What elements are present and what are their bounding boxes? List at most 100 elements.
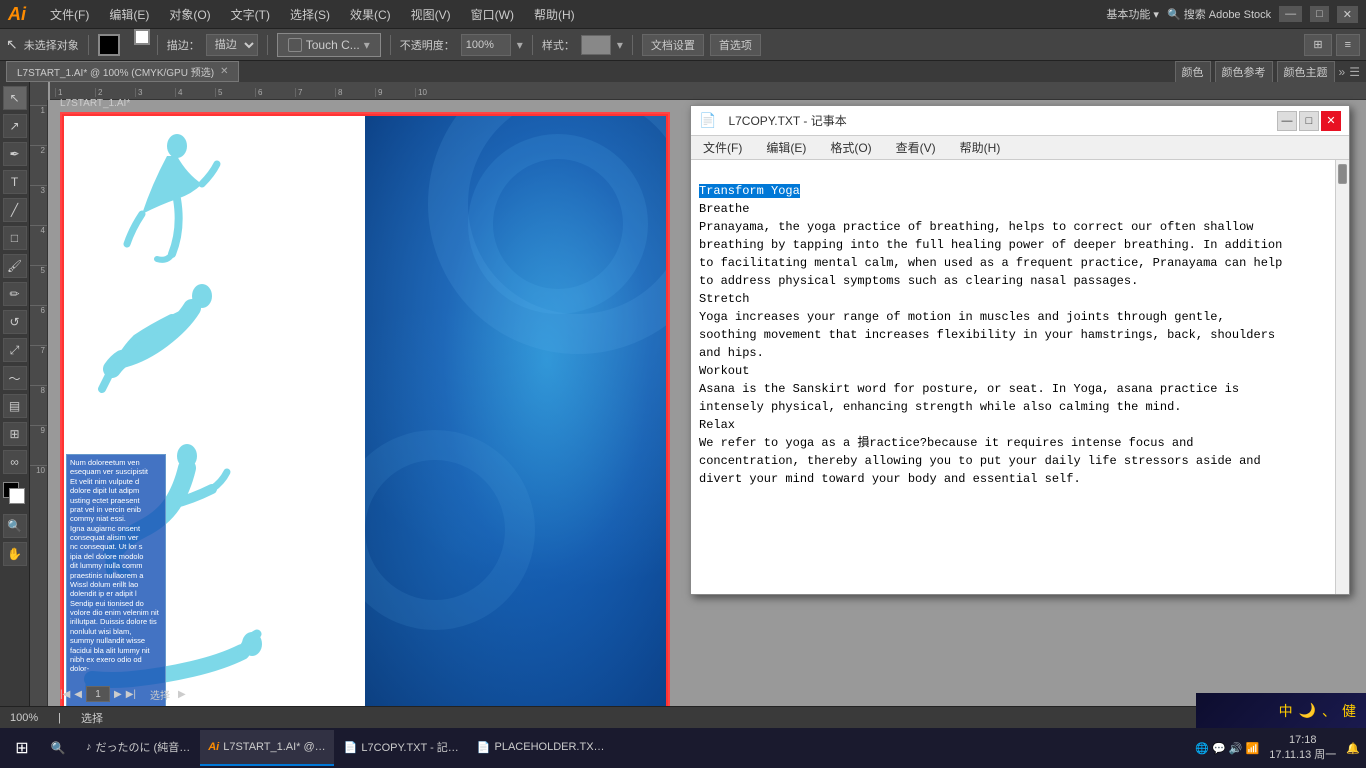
align-btn[interactable]: ≡: [1336, 34, 1360, 56]
minimize-btn[interactable]: —: [1279, 6, 1302, 22]
left-tools-panel: ↖ ↗ ✒ T ╱ □ 🖌 ✏ ↺ ⤢ 〜 ▤ ⊞ ∞ 🔍 ✋: [0, 82, 30, 706]
pencil-tool[interactable]: ✏: [3, 282, 27, 306]
mesh-tool[interactable]: ⊞: [3, 422, 27, 446]
restore-btn[interactable]: □: [1310, 6, 1329, 22]
nav-next-end[interactable]: ▶|: [126, 689, 136, 700]
taskbar-placeholder[interactable]: 📄 PLACEHOLDER.TX…: [469, 730, 613, 766]
blend-tool[interactable]: ∞: [3, 450, 27, 474]
color-panel-tab[interactable]: 颜色: [1175, 61, 1211, 83]
stroke-select[interactable]: 描边: [206, 34, 258, 56]
arrange-btn[interactable]: ⊞: [1304, 34, 1331, 56]
color-guide-tab[interactable]: 颜色参考: [1215, 61, 1273, 83]
touch-dropdown-icon[interactable]: ▾: [364, 38, 370, 52]
ruler-mark: 10: [415, 88, 455, 97]
notepad-menu-edit[interactable]: 编辑(E): [762, 137, 810, 158]
notepad-body: Transform Yoga Breathe Pranayama, the yo…: [691, 160, 1349, 594]
artboard-tab[interactable]: L7START_1.AI* @ 100% (CMYK/GPU 预选) ✕: [6, 61, 239, 82]
taskbar-date: 17.11.13 周一: [1269, 748, 1336, 763]
opacity-label: 不透明度：: [400, 37, 455, 53]
menu-edit[interactable]: 编辑(E): [105, 4, 153, 25]
gradient-tool[interactable]: ▤: [3, 394, 27, 418]
page-input[interactable]: [86, 686, 110, 702]
search-icon: 🔍: [51, 741, 66, 755]
doc-settings-btn[interactable]: 文档设置: [642, 34, 704, 56]
notepad-menu-view[interactable]: 查看(V): [892, 137, 940, 158]
selection-tool-icon[interactable]: ↖: [6, 36, 18, 53]
fill-color[interactable]: [98, 34, 120, 56]
ruler-corner: [30, 82, 48, 100]
menu-help[interactable]: 帮助(H): [530, 4, 579, 25]
panels-more-icon[interactable]: »: [1339, 65, 1346, 79]
zoom-level[interactable]: 100%: [10, 712, 38, 724]
background-swatch[interactable]: [9, 488, 25, 504]
text-overlay-box[interactable]: Num doloreetum ven esequam ver suscipist…: [66, 454, 166, 706]
preferences-btn[interactable]: 首选项: [710, 34, 761, 56]
notepad-minimize-btn[interactable]: —: [1277, 111, 1297, 131]
menu-text[interactable]: 文字(T): [227, 4, 274, 25]
ruler-mark: 5: [215, 88, 255, 97]
menu-view[interactable]: 视图(V): [407, 4, 455, 25]
color-theme-tab[interactable]: 颜色主题: [1277, 61, 1335, 83]
close-btn[interactable]: ✕: [1337, 6, 1358, 23]
ruler-mark: 8: [30, 385, 47, 425]
menu-object[interactable]: 对象(O): [165, 4, 214, 25]
warp-tool[interactable]: 〜: [3, 366, 27, 390]
close-artboard-icon[interactable]: ✕: [220, 66, 228, 77]
hand-tool[interactable]: ✋: [3, 542, 27, 566]
notepad-scrollbar[interactable]: [1335, 160, 1349, 594]
artboard: Num doloreetum ven esequam ver suscipist…: [60, 112, 670, 706]
taskbar-notification[interactable]: 🔔: [1346, 742, 1360, 755]
toolbar-sep-6: [632, 35, 633, 55]
stroke-color[interactable]: [134, 29, 150, 45]
notepad-menu-file[interactable]: 文件(F): [699, 137, 746, 158]
notepad-icon: 📄: [699, 112, 716, 129]
opacity-dropdown-icon[interactable]: ▾: [517, 38, 523, 52]
notepad-menu-help[interactable]: 帮助(H): [956, 137, 1005, 158]
menu-window[interactable]: 窗口(W): [467, 4, 518, 25]
ruler-mark: 7: [30, 345, 47, 385]
nav-prev[interactable]: ◀: [74, 689, 82, 700]
taskbar-music[interactable]: ♪ だったのに (純音…: [78, 730, 198, 766]
notepad-close-btn[interactable]: ✕: [1321, 111, 1341, 131]
search-stock-icon[interactable]: 🔍 搜索 Adobe Stock: [1167, 6, 1271, 22]
paintbrush-tool[interactable]: 🖌: [3, 254, 27, 278]
selection-tool[interactable]: ↖: [3, 86, 27, 110]
notepad-menu-format[interactable]: 格式(O): [826, 137, 875, 158]
line-tool[interactable]: ╱: [3, 198, 27, 222]
taskbar-search[interactable]: 🔍: [40, 730, 76, 766]
ime-char-3: 、: [1322, 701, 1336, 721]
scale-tool[interactable]: ⤢: [3, 338, 27, 362]
opacity-input[interactable]: [461, 34, 511, 56]
notepad-text-area[interactable]: Transform Yoga Breathe Pranayama, the yo…: [691, 160, 1335, 594]
direct-select-tool[interactable]: ↗: [3, 114, 27, 138]
menu-effect[interactable]: 效果(C): [346, 4, 395, 25]
panels-menu-icon[interactable]: ☰: [1349, 65, 1360, 79]
scrollbar-thumb[interactable]: [1338, 164, 1347, 184]
taskbar-illustrator[interactable]: Ai L7START_1.AI* @…: [200, 730, 333, 766]
taskbar-icons-sys[interactable]: 🌐 💬 🔊 📶: [1195, 742, 1259, 755]
yoga-figure-2: [92, 284, 232, 414]
shape-tool[interactable]: □: [3, 226, 27, 250]
rotate-tool[interactable]: ↺: [3, 310, 27, 334]
nav-next[interactable]: ▶: [114, 689, 122, 700]
type-tool[interactable]: T: [3, 170, 27, 194]
taskbar-clock: 17:18 17.11.13 周一: [1269, 733, 1336, 764]
ime-char-1: 中: [1279, 701, 1293, 721]
zoom-tool[interactable]: 🔍: [3, 514, 27, 538]
style-dropdown-icon[interactable]: ▾: [617, 38, 623, 52]
start-button[interactable]: ⊞: [6, 732, 38, 764]
touch-button[interactable]: Touch C... ▾: [277, 33, 381, 57]
nav-more[interactable]: ▶: [178, 689, 186, 700]
app-logo: Ai: [8, 4, 26, 25]
ruler-mark: 1: [30, 105, 47, 145]
nav-prev-end[interactable]: |◀: [60, 689, 70, 700]
artboard-left-panel: Num doloreetum ven esequam ver suscipist…: [62, 114, 365, 706]
taskbar-notepad-l7[interactable]: 📄 L7COPY.TXT - 記…: [336, 730, 467, 766]
ruler-mark: 3: [135, 88, 175, 97]
notepad-maximize-btn[interactable]: □: [1299, 111, 1319, 131]
notepad-l7-label: L7COPY.TXT - 記…: [361, 739, 458, 755]
menu-file[interactable]: 文件(F): [46, 4, 93, 25]
menu-select[interactable]: 选择(S): [286, 4, 334, 25]
pen-tool[interactable]: ✒: [3, 142, 27, 166]
ai-label: L7START_1.AI* @…: [223, 741, 325, 753]
